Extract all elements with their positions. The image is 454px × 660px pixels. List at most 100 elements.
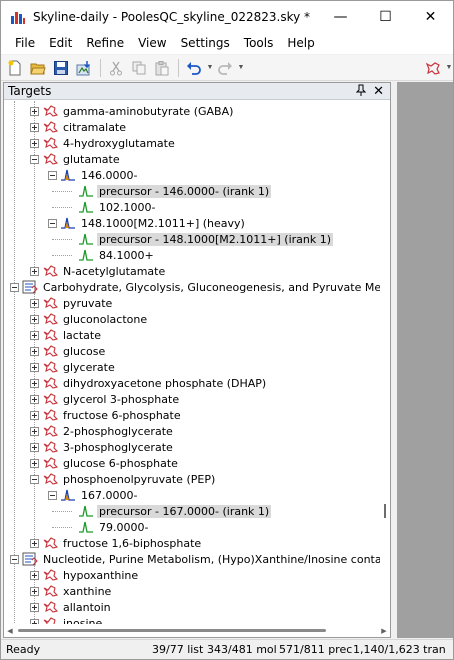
menu-help[interactable]: Help (280, 36, 321, 50)
expand-icon[interactable] (30, 602, 39, 612)
skyline-app-icon[interactable] (10, 9, 26, 25)
targets-pane-header[interactable]: Targets ✕ (4, 83, 390, 100)
peptide-settings-button[interactable] (422, 57, 444, 79)
tree-node-precursor[interactable]: 148.1000[M2.1011+] (heavy) (48, 215, 247, 231)
tree-node-label: citramalate (63, 120, 127, 134)
expand-icon[interactable] (30, 426, 39, 436)
vertical-scroll-thumb[interactable] (384, 504, 386, 518)
tree-node-molecule[interactable]: fructose 6-phosphate (30, 407, 183, 423)
tree-node-molecule[interactable]: pyruvate (30, 295, 114, 311)
menu-file[interactable]: File (8, 36, 42, 50)
collapse-icon[interactable] (30, 154, 39, 164)
collapse-icon[interactable] (48, 170, 57, 180)
tree-node-transition[interactable]: precursor - 167.0000- (irank 1) (66, 503, 272, 519)
new-document-button[interactable] (4, 57, 26, 79)
expand-icon[interactable] (30, 122, 39, 132)
tree-node-list[interactable]: Carbohydrate, Glycolysis, Gluconeogenesi… (10, 279, 380, 295)
tree-node-molecule[interactable]: dihydroxyacetone phosphate (DHAP) (30, 375, 268, 391)
tree-node-molecule[interactable]: glucose 6-phosphate (30, 455, 180, 471)
tree-node-molecule[interactable]: phosphoenolpyruvate (PEP) (30, 471, 217, 487)
tree-node-molecule[interactable]: allantoin (30, 599, 113, 615)
targets-tree[interactable]: gamma-aminobutyrate (GABA) citramalate 4-h… (4, 101, 380, 625)
menu-tools[interactable]: Tools (237, 36, 281, 50)
open-button[interactable] (27, 57, 49, 79)
paste-button[interactable] (151, 57, 173, 79)
collapse-icon[interactable] (48, 490, 57, 500)
tree-node-label: 79.0000- (99, 520, 149, 534)
tree-node-molecule[interactable]: lactate (30, 327, 103, 343)
tree-node-molecule[interactable]: glycerol 3-phosphate (30, 391, 181, 407)
horizontal-scroll-track[interactable] (16, 624, 378, 637)
expand-icon[interactable] (30, 362, 39, 372)
tree-node-list[interactable]: Nucleotide, Purine Metabolism, (Hypo)Xan… (10, 551, 380, 567)
peptide-settings-dropdown[interactable]: ▼ (445, 57, 453, 79)
cut-button[interactable] (105, 57, 127, 79)
save-button[interactable] (50, 57, 72, 79)
tree-node-molecule[interactable]: glycerate (30, 359, 117, 375)
tree-node-molecule[interactable]: citramalate (30, 119, 128, 135)
tree-node-molecule[interactable]: glucose (30, 343, 107, 359)
maximize-button[interactable]: ☐ (363, 1, 408, 32)
transition-peak-icon (78, 503, 94, 519)
status-transitions: 1,140/1,623 tran (353, 643, 446, 656)
expand-icon[interactable] (30, 410, 39, 420)
tree-node-molecule[interactable]: fructose 1,6-biphosphate (30, 535, 203, 551)
redo-button[interactable] (214, 57, 236, 79)
collapse-icon[interactable] (30, 474, 39, 484)
tree-node-molecule[interactable]: 3-phosphoglycerate (30, 439, 175, 455)
scroll-left-icon[interactable]: ◀ (4, 627, 16, 635)
menu-edit[interactable]: Edit (42, 36, 79, 50)
import-data-button[interactable] (73, 57, 95, 79)
collapse-icon[interactable] (48, 218, 57, 228)
collapse-icon[interactable] (10, 282, 19, 292)
menu-settings[interactable]: Settings (174, 36, 237, 50)
tree-node-molecule[interactable]: N-acetylglutamate (30, 263, 167, 279)
close-button[interactable]: ✕ (408, 1, 453, 32)
expand-icon[interactable] (30, 586, 39, 596)
molecule-icon (42, 423, 58, 439)
expand-icon[interactable] (30, 330, 39, 340)
expand-icon[interactable] (30, 570, 39, 580)
expand-icon[interactable] (30, 314, 39, 324)
tree-vertical-scrollbar[interactable] (380, 101, 390, 625)
expand-icon[interactable] (30, 538, 39, 548)
tree-node-molecule[interactable]: 2-phosphoglycerate (30, 423, 175, 439)
expand-icon[interactable] (30, 458, 39, 468)
tree-node-transition[interactable]: 79.0000- (66, 519, 150, 535)
tree-node-transition[interactable]: 84.1000+ (66, 247, 156, 263)
expand-icon[interactable] (30, 106, 39, 116)
tree-node-molecule[interactable]: glutamate (30, 151, 122, 167)
tree-node-transition[interactable]: 102.1000- (66, 199, 157, 215)
tree-node-molecule[interactable]: gluconolactone (30, 311, 149, 327)
expand-icon[interactable] (30, 266, 39, 276)
tree-node-molecule[interactable]: 4-hydroxyglutamate (30, 135, 177, 151)
pane-close-icon[interactable]: ✕ (373, 83, 384, 99)
tree-node-molecule[interactable]: hypoxanthine (30, 567, 140, 583)
tree-node-molecule[interactable]: gamma-aminobutyrate (GABA) (30, 103, 235, 119)
menu-refine[interactable]: Refine (79, 36, 131, 50)
tree-node-transition[interactable]: precursor - 148.1000[M2.1011+] (irank 1) (66, 231, 334, 247)
tree-horizontal-scrollbar[interactable]: ◀ ▶ (4, 624, 390, 637)
scroll-right-icon[interactable]: ▶ (378, 627, 390, 635)
tree-node-molecule[interactable]: xanthine (30, 583, 113, 599)
tree-node-precursor[interactable]: 146.0000- (48, 167, 139, 183)
tree-node-transition[interactable]: precursor - 146.0000- (irank 1) (66, 183, 272, 199)
pin-icon[interactable] (355, 84, 367, 99)
expand-icon[interactable] (30, 378, 39, 388)
expand-icon[interactable] (30, 138, 39, 148)
expand-icon[interactable] (30, 346, 39, 356)
menu-view[interactable]: View (131, 36, 173, 50)
minimize-button[interactable]: — (318, 1, 363, 32)
undo-button[interactable] (183, 57, 205, 79)
title-bar[interactable]: Skyline-daily - PoolesQC_skyline_022823.… (1, 1, 453, 32)
chevron-down-icon: ▼ (445, 64, 453, 71)
collapse-icon[interactable] (10, 554, 19, 564)
expand-icon[interactable] (30, 394, 39, 404)
horizontal-scroll-thumb[interactable] (18, 629, 326, 632)
expand-icon[interactable] (30, 298, 39, 308)
copy-button[interactable] (128, 57, 150, 79)
tree-node-precursor[interactable]: 167.0000- (48, 487, 139, 503)
redo-dropdown[interactable]: ▼ (237, 57, 245, 79)
expand-icon[interactable] (30, 442, 39, 452)
undo-dropdown[interactable]: ▼ (206, 57, 214, 79)
